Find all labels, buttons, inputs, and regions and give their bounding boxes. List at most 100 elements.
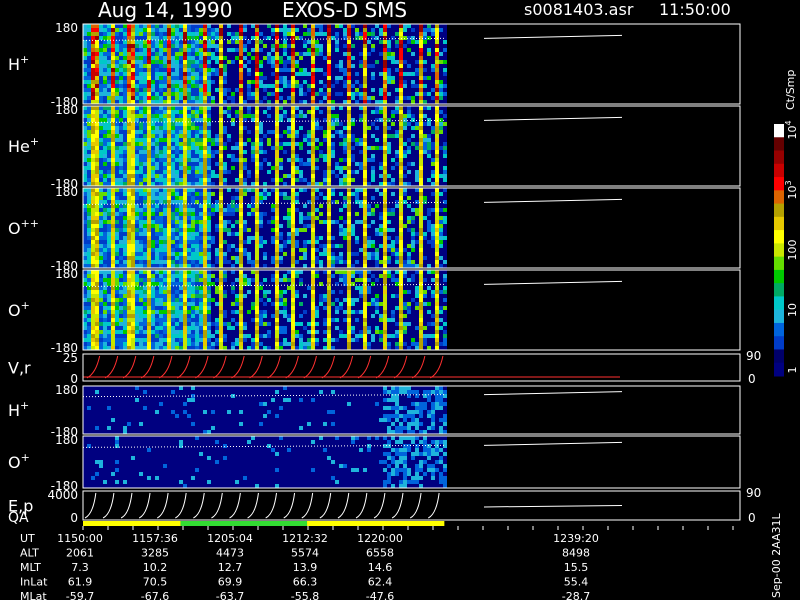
heat-cell — [291, 166, 295, 170]
heat-cell — [111, 224, 115, 228]
heat-cell — [87, 126, 91, 130]
heat-cell — [335, 244, 339, 248]
heat-cell — [159, 158, 163, 162]
heat-cell — [335, 72, 339, 76]
heat-cell — [143, 236, 147, 240]
heat-cell — [267, 196, 271, 200]
heat-cell — [367, 52, 371, 56]
heat-cell — [335, 60, 339, 64]
heat-cell — [315, 208, 319, 212]
heat-cell — [159, 84, 163, 88]
heat-cell — [191, 28, 195, 32]
heat-cell — [223, 44, 227, 48]
heat-cell — [131, 72, 135, 76]
heat-cell — [111, 110, 115, 114]
heat-cell — [223, 196, 227, 200]
heat-cell — [187, 170, 191, 174]
heat-cell — [375, 118, 379, 122]
heat-cell — [235, 188, 239, 192]
heat-cell — [283, 192, 287, 196]
heat-cell — [431, 142, 435, 146]
heat-cell — [355, 126, 359, 130]
heat-cell — [287, 146, 291, 150]
heat-cell — [443, 52, 447, 56]
heat-cell — [183, 174, 187, 178]
heat-cell — [135, 142, 139, 146]
heat-cell — [331, 92, 335, 96]
heat-cell — [371, 24, 375, 28]
heat-cell — [219, 232, 223, 236]
heat-cell — [175, 212, 179, 216]
heat-cell — [127, 110, 131, 114]
heat-cell — [251, 256, 255, 260]
heat-cell — [199, 118, 203, 122]
heat-cell — [123, 252, 127, 256]
heat-cell — [379, 154, 383, 158]
heat-cell — [371, 44, 375, 48]
heat-cell — [355, 150, 359, 154]
heat-cell — [387, 106, 391, 110]
heat-cell — [371, 28, 375, 32]
heat-cell — [383, 130, 387, 134]
heat-cell — [307, 158, 311, 162]
heat-cell — [399, 88, 403, 92]
heat-cell — [131, 216, 135, 220]
heat-cell — [155, 24, 159, 28]
heat-cell — [435, 130, 439, 134]
heat-cell — [263, 170, 267, 174]
heat-cell — [167, 64, 171, 68]
heat-cell — [167, 260, 171, 264]
heat-cell — [243, 80, 247, 84]
heat-cell — [315, 158, 319, 162]
heat-cell — [307, 44, 311, 48]
heat-cell — [107, 188, 111, 192]
heat-cell — [127, 178, 131, 182]
heat-cell — [227, 174, 231, 178]
heat-cell — [327, 196, 331, 200]
heat-cell — [103, 188, 107, 192]
heat-cell — [231, 106, 235, 110]
heat-cell — [367, 32, 371, 36]
heat-cell — [295, 114, 299, 118]
heat-cell — [343, 100, 347, 104]
heat-cell — [375, 68, 379, 72]
heat-cell — [291, 170, 295, 174]
heat-cell — [419, 106, 423, 110]
heat-cell — [247, 240, 251, 244]
heat-cell — [367, 170, 371, 174]
heat-cell — [323, 256, 327, 260]
heat-cell — [179, 216, 183, 220]
heat-cell — [127, 114, 131, 118]
heat-cell — [355, 122, 359, 126]
heat-cell — [171, 84, 175, 88]
heat-cell — [87, 204, 91, 208]
heat-cell — [275, 188, 279, 192]
heat-cell — [347, 170, 351, 174]
heat-cell — [243, 40, 247, 44]
heat-cell — [187, 200, 191, 204]
heat-cell — [287, 100, 291, 104]
heat-cell — [155, 64, 159, 68]
heat-cell — [227, 240, 231, 244]
heat-cell — [263, 260, 267, 264]
heat-cell — [407, 88, 411, 92]
heat-cell — [155, 174, 159, 178]
heat-cell — [351, 170, 355, 174]
heat-cell — [107, 248, 111, 252]
heat-cell — [399, 100, 403, 104]
heat-cell — [211, 28, 215, 32]
heat-cell — [159, 146, 163, 150]
heat-cell — [355, 174, 359, 178]
heat-cell — [283, 44, 287, 48]
heat-cell — [431, 84, 435, 88]
heat-cell — [419, 138, 423, 142]
heat-cell — [119, 48, 123, 52]
heat-cell — [367, 138, 371, 142]
heat-cell — [191, 196, 195, 200]
heat-cell — [107, 236, 111, 240]
heat-cell — [215, 204, 219, 208]
heat-cell — [99, 36, 103, 40]
heat-cell — [431, 162, 435, 166]
heat-cell — [231, 232, 235, 236]
heat-cell — [343, 146, 347, 150]
